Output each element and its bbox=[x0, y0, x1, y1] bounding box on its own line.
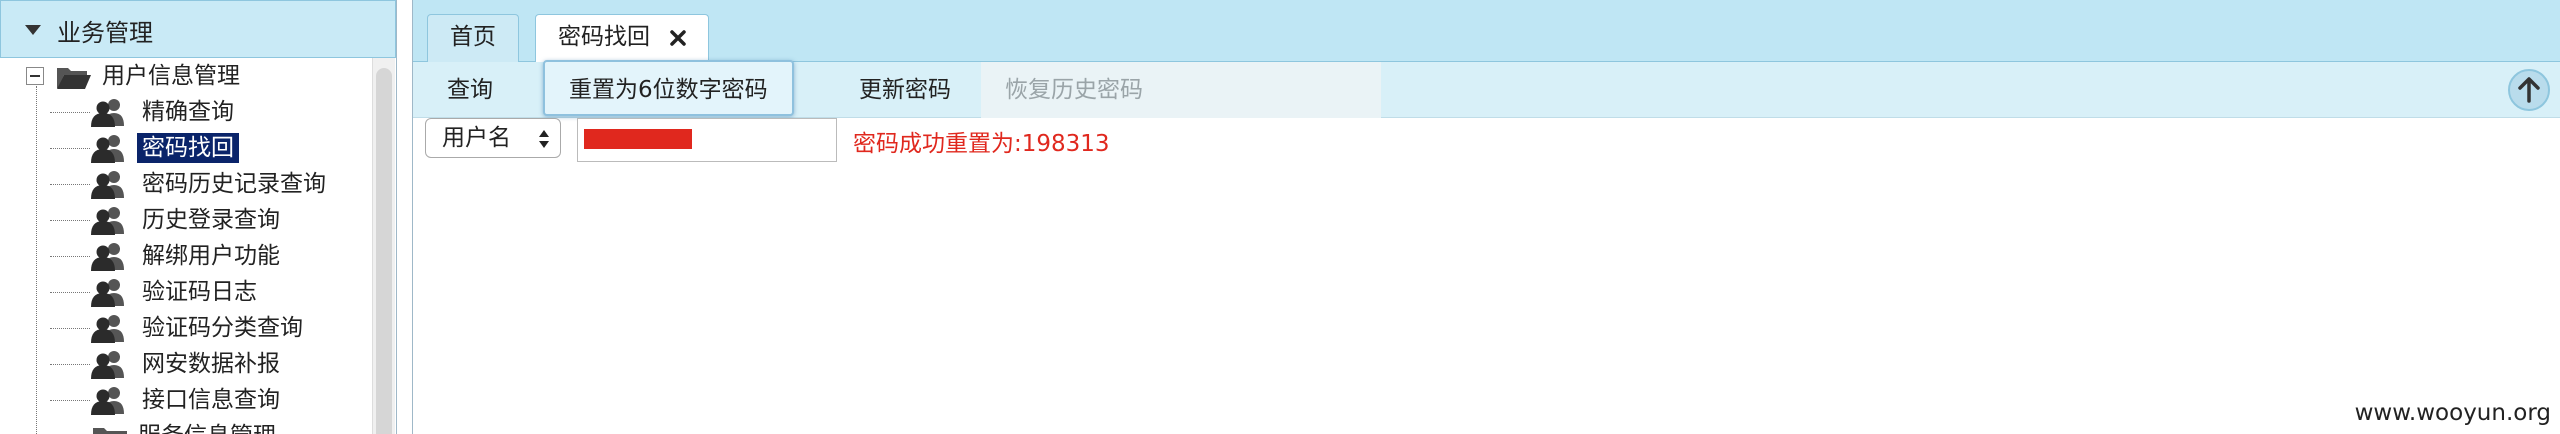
watermark: www.wooyun.org bbox=[2354, 400, 2551, 426]
tree-connector bbox=[50, 256, 90, 257]
sidebar-item-label: 网安数据补报 bbox=[142, 351, 280, 377]
sidebar-scrollbar[interactable] bbox=[372, 58, 395, 434]
sidebar-item-password-history[interactable]: 密码历史记录查询 bbox=[0, 166, 370, 202]
tree-folder-user-info[interactable]: 用户信息管理 bbox=[0, 58, 370, 94]
tree-connector bbox=[50, 292, 90, 293]
tab-home[interactable]: 首页 bbox=[427, 14, 519, 62]
main-panel: 首页 密码找回 查询 重置为6位数字密码 更新密码 恢复历史密码 用户名 密码成… bbox=[412, 0, 2560, 434]
sidebar-item-label: 验证码日志 bbox=[142, 279, 257, 305]
sidebar-item-label: 解绑用户功能 bbox=[142, 243, 280, 269]
users-icon bbox=[91, 207, 124, 235]
tree-connector bbox=[50, 220, 90, 221]
tree-connector bbox=[50, 400, 90, 401]
sidebar-item-label: 验证码分类查询 bbox=[142, 315, 303, 341]
tree-connector bbox=[50, 328, 90, 329]
sidebar-scrollbar-thumb[interactable] bbox=[376, 68, 392, 434]
tree-folder-label: 用户信息管理 bbox=[102, 63, 240, 89]
tree-connector bbox=[50, 112, 90, 113]
search-field-select[interactable]: 用户名 bbox=[425, 118, 561, 158]
result-message: 密码成功重置为:198313 bbox=[853, 131, 1110, 157]
tree-folder-service-info[interactable]: 服务信息管理 bbox=[36, 418, 396, 434]
scroll-to-top-icon[interactable] bbox=[2507, 68, 2551, 112]
users-icon bbox=[91, 279, 124, 307]
users-icon bbox=[91, 315, 124, 343]
tree-connector bbox=[50, 184, 90, 185]
update-password-button[interactable]: 更新密码 bbox=[835, 62, 975, 118]
select-arrows-icon bbox=[539, 130, 549, 148]
query-button[interactable]: 查询 bbox=[423, 62, 517, 118]
users-icon bbox=[91, 135, 124, 163]
sidebar-tree: 用户信息管理 精确查询 密码找回 密码历史记录查询 历史登录查询 解绑用户功能 … bbox=[0, 58, 370, 434]
tree-connector bbox=[50, 148, 90, 149]
folder-icon bbox=[93, 428, 127, 434]
sidebar-item-label: 精确查询 bbox=[142, 99, 234, 125]
sidebar-section-title: 业务管理 bbox=[57, 19, 153, 47]
sidebar-item-exact-query[interactable]: 精确查询 bbox=[0, 94, 370, 130]
username-input[interactable] bbox=[577, 118, 837, 162]
caret-down-icon[interactable] bbox=[25, 25, 41, 35]
collapse-toggle-icon[interactable] bbox=[26, 67, 44, 85]
sidebar-item-captcha-category[interactable]: 验证码分类查询 bbox=[0, 310, 370, 346]
tab-password-recovery[interactable]: 密码找回 bbox=[535, 14, 709, 62]
users-icon bbox=[91, 243, 124, 271]
sidebar-item-login-history[interactable]: 历史登录查询 bbox=[0, 202, 370, 238]
users-icon bbox=[91, 171, 124, 199]
sidebar-item-label: 历史登录查询 bbox=[142, 207, 280, 233]
toolbar: 查询 重置为6位数字密码 更新密码 恢复历史密码 bbox=[413, 60, 2560, 118]
sidebar-item-unbind-user[interactable]: 解绑用户功能 bbox=[0, 238, 370, 274]
tree-folder-label: 服务信息管理 bbox=[136, 421, 278, 434]
users-icon bbox=[91, 387, 124, 415]
sidebar-item-label: 接口信息查询 bbox=[142, 387, 280, 413]
sidebar-item-label: 密码历史记录查询 bbox=[142, 171, 326, 197]
tab-password-recovery-label: 密码找回 bbox=[558, 24, 650, 50]
sidebar-item-security-report[interactable]: 网安数据补报 bbox=[0, 346, 370, 382]
tree-connector bbox=[50, 364, 90, 365]
search-form: 用户名 密码成功重置为:198313 bbox=[413, 118, 2560, 168]
sidebar-item-interface-query[interactable]: 接口信息查询 bbox=[0, 382, 370, 418]
sidebar-item-captcha-log[interactable]: 验证码日志 bbox=[0, 274, 370, 310]
folder-open-icon bbox=[57, 68, 91, 89]
users-icon bbox=[91, 99, 124, 127]
sidebar-item-password-recovery[interactable]: 密码找回 bbox=[0, 130, 370, 166]
sidebar-item-label: 密码找回 bbox=[137, 133, 239, 163]
redacted-value bbox=[584, 129, 692, 149]
users-icon bbox=[91, 351, 124, 379]
reset-6-digit-password-button[interactable]: 重置为6位数字密码 bbox=[543, 60, 794, 116]
tab-strip: 首页 密码找回 bbox=[413, 0, 2560, 62]
sidebar-section-header[interactable]: 业务管理 bbox=[0, 0, 396, 58]
sidebar-panel: 业务管理 用户信息管理 精确查询 密码找回 密码历史记录查询 历史登录查询 解绑… bbox=[0, 0, 397, 434]
restore-history-password-button[interactable]: 恢复历史密码 bbox=[981, 62, 1381, 118]
search-field-select-value: 用户名 bbox=[442, 125, 511, 151]
tab-home-label: 首页 bbox=[450, 24, 496, 50]
close-icon[interactable] bbox=[668, 28, 688, 48]
